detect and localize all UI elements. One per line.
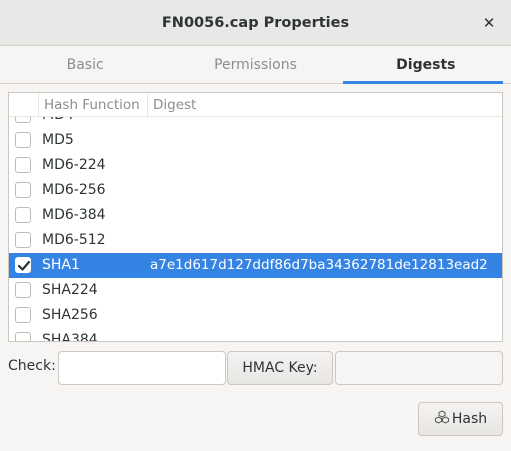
checkmark-icon (17, 260, 31, 271)
hash-function-name: MD6-256 (42, 182, 106, 198)
digest-value: a7e1d617d127ddf86d7ba34362781de12813ead2 (150, 257, 488, 273)
hash-function-name: SHA224 (42, 282, 98, 298)
hash-function-name: MD6-512 (42, 232, 106, 248)
check-label: Check: (8, 358, 56, 374)
hmac-key-input[interactable] (335, 351, 503, 385)
hash-button-label: Hash (451, 411, 488, 427)
column-header-digest[interactable]: Digest (148, 93, 348, 117)
table-row[interactable]: MD6-512 (9, 228, 502, 253)
row-checkbox[interactable] (15, 132, 31, 148)
window-title: FN0056.cap Properties (161, 14, 350, 31)
hash-button[interactable]: Hash (418, 402, 503, 436)
hash-function-name: MD6-224 (42, 157, 106, 173)
table-row[interactable]: MD6-224 (9, 153, 502, 178)
check-input[interactable] (58, 351, 226, 385)
column-header-hash-function[interactable]: Hash Function (39, 93, 148, 117)
title-bar: FN0056.cap Properties ✕ (0, 0, 511, 46)
row-checkbox[interactable] (15, 207, 31, 223)
hash-function-name: SHA1 (42, 257, 80, 273)
tab-bar: Basic Permissions Digests (0, 46, 511, 84)
list-header: Hash Function Digest (9, 93, 502, 117)
hash-rows: MD4MD5MD6-224MD6-256MD6-384MD6-512SHA1a7… (9, 103, 502, 342)
row-checkbox[interactable] (15, 257, 31, 273)
row-checkbox[interactable] (15, 182, 31, 198)
hash-function-name: SHA384 (42, 332, 98, 342)
tab-permissions[interactable]: Permissions (170, 46, 340, 83)
table-row[interactable]: SHA256 (9, 303, 502, 328)
hash-icon (434, 409, 450, 429)
table-row[interactable]: SHA224 (9, 278, 502, 303)
hash-function-name: MD6-384 (42, 207, 106, 223)
row-checkbox[interactable] (15, 282, 31, 298)
row-checkbox[interactable] (15, 332, 31, 341)
column-header-check[interactable] (9, 93, 39, 117)
hash-function-name: MD5 (42, 132, 74, 148)
close-button[interactable]: ✕ (477, 11, 501, 35)
close-icon: ✕ (482, 14, 496, 32)
table-row[interactable]: SHA1 a7e1d617d127ddf86d7ba34362781de12813… (9, 253, 502, 278)
row-checkbox[interactable] (15, 157, 31, 173)
tab-digests[interactable]: Digests (341, 46, 511, 84)
hmac-key-button[interactable]: HMAC Key: (227, 351, 333, 385)
hash-list[interactable]: MD4MD5MD6-224MD6-256MD6-384MD6-512SHA1a7… (8, 92, 503, 342)
table-row[interactable]: MD5 (9, 128, 502, 153)
table-row[interactable]: MD6-384 (9, 203, 502, 228)
row-checkbox[interactable] (15, 307, 31, 323)
row-checkbox[interactable] (15, 232, 31, 248)
hash-function-name: SHA256 (42, 307, 98, 323)
table-row[interactable]: MD6-256 (9, 178, 502, 203)
tab-basic[interactable]: Basic (0, 46, 170, 83)
table-row[interactable]: SHA384 (9, 328, 502, 342)
